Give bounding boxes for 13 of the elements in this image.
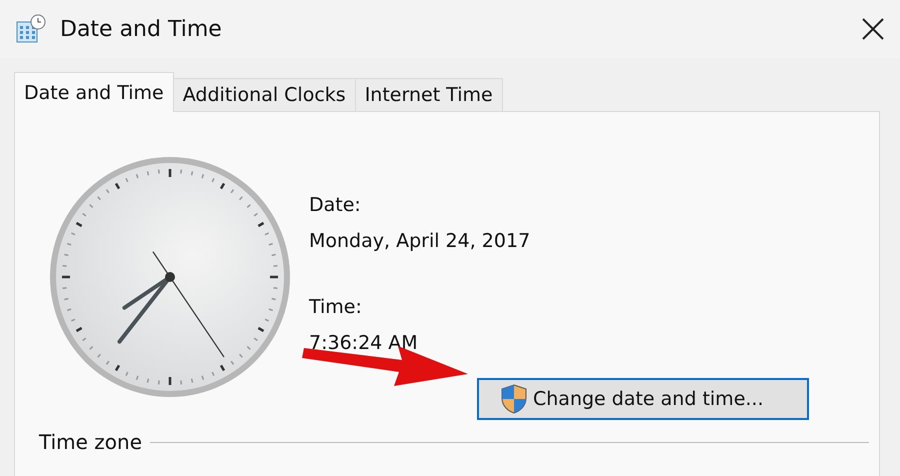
- calendar-clock-icon: [16, 14, 46, 44]
- date-label: Date:: [309, 194, 362, 216]
- group-label: Time zone: [39, 430, 142, 454]
- tab[interactable]: Date and Time: [14, 72, 174, 112]
- window-title: Date and Time: [60, 16, 223, 42]
- date-value: Monday, April 24, 2017: [309, 230, 532, 252]
- tab[interactable]: Internet Time: [354, 78, 503, 112]
- time-label: Time:: [309, 296, 363, 318]
- shield-icon: [501, 384, 527, 414]
- time-value: 7:36:24 AM: [309, 332, 419, 354]
- change-date-time-button[interactable]: Change date and time...: [477, 378, 809, 420]
- close-icon[interactable]: [862, 18, 884, 40]
- tab[interactable]: Additional Clocks: [172, 78, 356, 112]
